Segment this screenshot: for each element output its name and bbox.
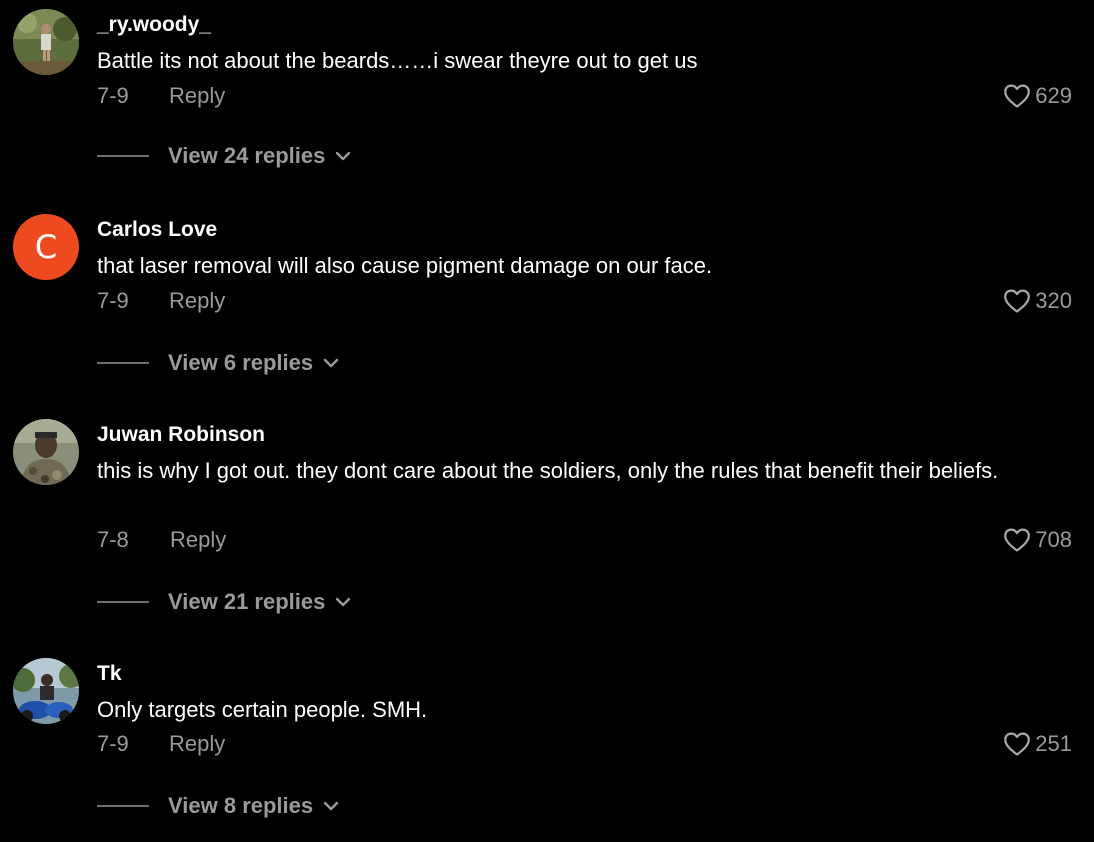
heart-icon[interactable] bbox=[1003, 83, 1031, 109]
comment-meta: 7-9 Reply 320 bbox=[97, 286, 1072, 316]
view-replies-button[interactable]: View 21 replies bbox=[97, 587, 351, 617]
view-replies-label: View 21 replies bbox=[168, 589, 326, 614]
reply-button[interactable]: Reply bbox=[170, 525, 226, 555]
view-replies-label: View 6 replies bbox=[168, 350, 314, 375]
comment-text: this is why I got out. they dont care ab… bbox=[97, 458, 999, 483]
like-count: 708 bbox=[1035, 527, 1072, 552]
reply-button[interactable]: Reply bbox=[169, 286, 225, 316]
username[interactable]: Juwan Robinson bbox=[97, 421, 265, 449]
like-button[interactable]: 320 bbox=[1003, 286, 1072, 316]
username[interactable]: _ry.woody_ bbox=[97, 11, 211, 39]
view-replies-button[interactable]: View 6 replies bbox=[97, 348, 339, 378]
avatar[interactable] bbox=[13, 658, 79, 724]
reply-button[interactable]: Reply bbox=[169, 81, 225, 111]
replies-divider bbox=[97, 601, 149, 603]
chevron-down-icon bbox=[323, 358, 339, 368]
like-count: 629 bbox=[1035, 83, 1072, 108]
heart-icon[interactable] bbox=[1003, 731, 1031, 757]
comment-date: 7-9 bbox=[97, 731, 129, 756]
chevron-down-icon bbox=[335, 597, 351, 607]
like-count: 320 bbox=[1035, 288, 1072, 313]
heart-icon[interactable] bbox=[1003, 527, 1031, 553]
username[interactable]: Carlos Love bbox=[97, 216, 217, 244]
comment-date: 7-8 bbox=[97, 527, 129, 552]
view-replies-label: View 8 replies bbox=[168, 793, 314, 818]
comment-text: that laser removal will also cause pigme… bbox=[97, 253, 713, 278]
comment-meta: 7-8 Reply 708 bbox=[97, 525, 1072, 555]
chevron-down-icon bbox=[323, 801, 339, 811]
avatar[interactable] bbox=[13, 9, 79, 75]
comment-meta: 7-9 Reply 251 bbox=[97, 729, 1072, 759]
like-count: 251 bbox=[1035, 731, 1072, 756]
avatar-letter: C bbox=[34, 228, 58, 266]
comment-date: 7-9 bbox=[97, 288, 129, 313]
comment-text: Battle its not about the beards……i swear… bbox=[97, 48, 698, 73]
like-button[interactable]: 708 bbox=[1003, 525, 1072, 555]
replies-divider bbox=[97, 155, 149, 157]
chevron-down-icon bbox=[335, 151, 351, 161]
avatar[interactable]: C bbox=[13, 214, 79, 280]
comment-meta: 7-9 Reply 629 bbox=[97, 81, 1072, 111]
comment-text: Only targets certain people. SMH. bbox=[97, 697, 428, 722]
replies-divider bbox=[97, 362, 149, 364]
view-replies-button[interactable]: View 24 replies bbox=[97, 141, 351, 171]
replies-divider bbox=[97, 805, 149, 807]
view-replies-button[interactable]: View 8 replies bbox=[97, 791, 339, 821]
heart-icon[interactable] bbox=[1003, 288, 1031, 314]
like-button[interactable]: 629 bbox=[1003, 81, 1072, 111]
reply-button[interactable]: Reply bbox=[169, 729, 225, 759]
view-replies-label: View 24 replies bbox=[168, 143, 326, 168]
avatar[interactable] bbox=[13, 419, 79, 485]
username[interactable]: Tk bbox=[97, 660, 122, 688]
like-button[interactable]: 251 bbox=[1003, 729, 1072, 759]
comment-date: 7-9 bbox=[97, 83, 129, 108]
